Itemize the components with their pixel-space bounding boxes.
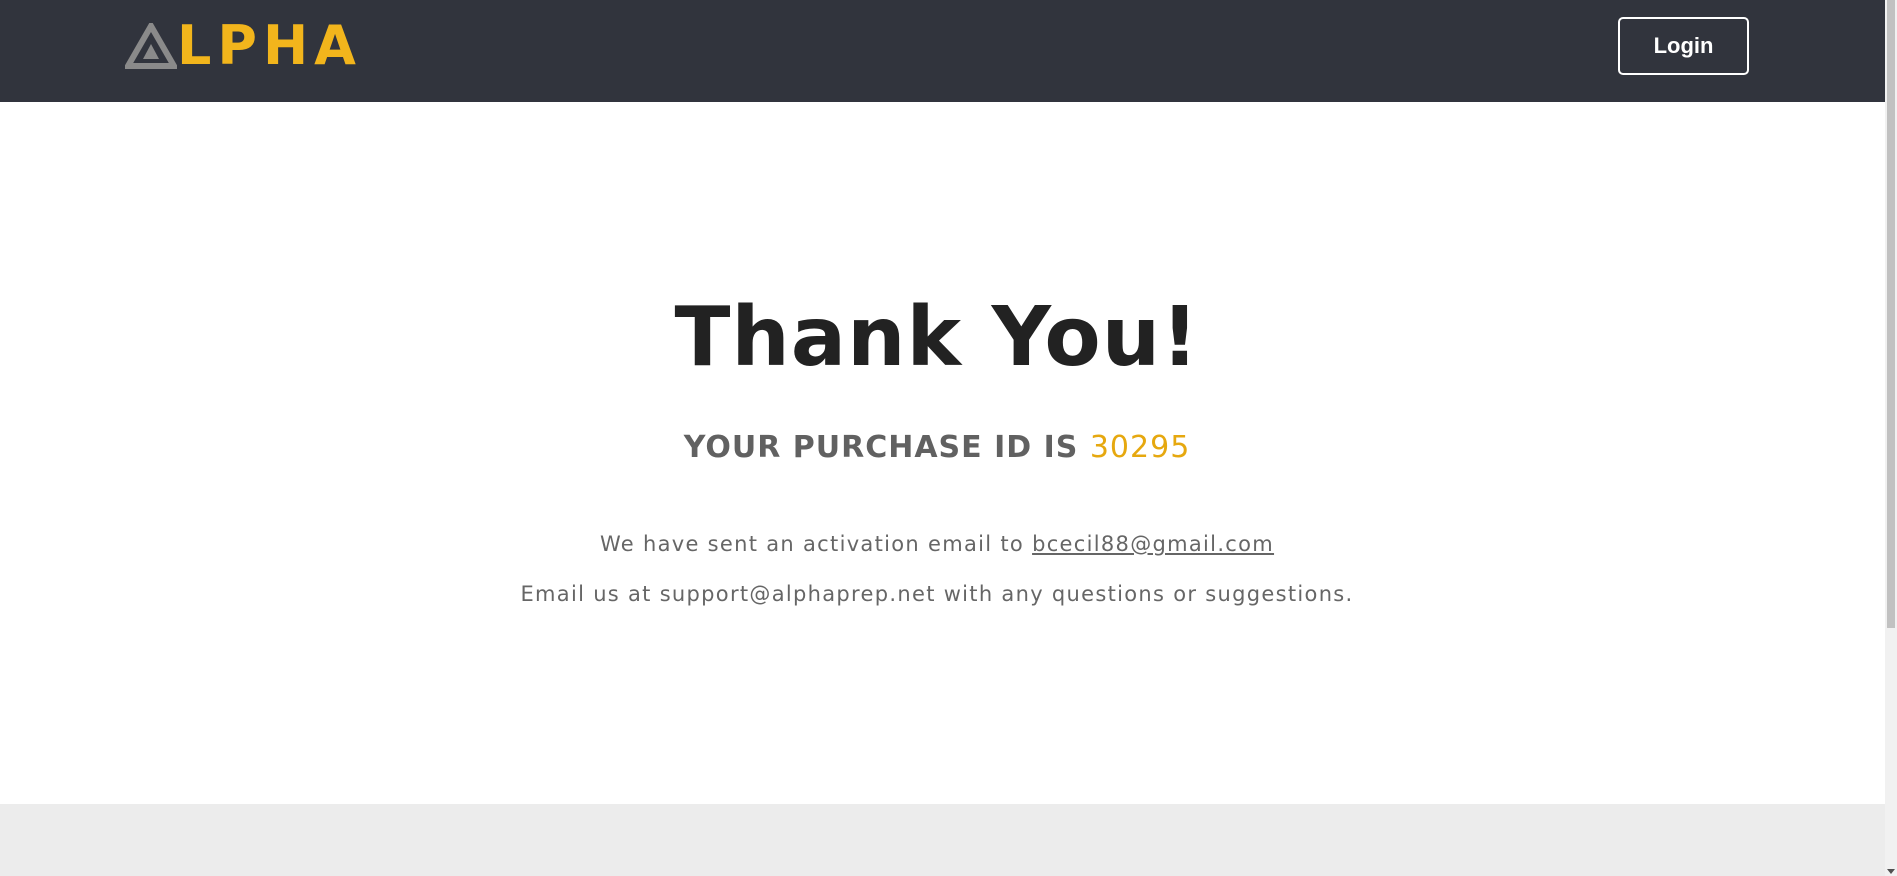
main-content: Thank You! YOUR PURCHASE ID IS 30295 We … [0,102,1885,804]
site-header: LPHA Login [0,0,1885,102]
purchase-id-value: 30295 [1089,430,1191,465]
login-button[interactable]: Login [1618,17,1749,75]
alpha-triangle-icon [125,23,177,69]
logo-text: LPHA [177,14,362,77]
activation-message-text: We have sent an activation email to [599,532,1025,556]
scroll-down-arrow-icon[interactable] [1887,869,1895,874]
browser-viewport: LPHA Login Thank You! YOUR PURCHASE ID I… [0,0,1897,876]
activation-email-link[interactable]: bcecil88@gmail.com [1032,532,1274,556]
purchase-id-label: YOUR PURCHASE ID IS [683,430,1079,465]
site-logo[interactable]: LPHA [125,14,362,77]
scrollbar-thumb[interactable] [1887,0,1895,628]
site-footer [0,804,1885,876]
support-message: Email us at support@alphaprep.net with a… [520,582,1354,606]
activation-message: We have sent an activation email to bcec… [0,529,1874,559]
vertical-scrollbar[interactable] [1885,0,1897,876]
page: LPHA Login Thank You! YOUR PURCHASE ID I… [0,0,1885,876]
purchase-id-line: YOUR PURCHASE ID IS 30295 [0,428,1874,468]
page-title: Thank You! [674,290,1200,385]
